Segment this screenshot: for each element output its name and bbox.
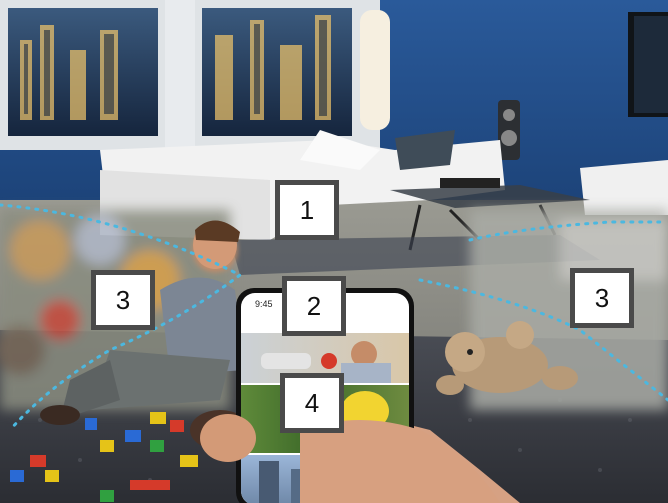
label-4: 4 [280, 373, 344, 433]
phone-status-bar: 9:45 [255, 299, 273, 309]
living-room-scene: 9:45 1 2 3 3 4 [0, 0, 668, 503]
label-2: 2 [282, 276, 346, 336]
label-3-right: 3 [570, 268, 634, 328]
phone-time: 9:45 [255, 299, 273, 309]
floor-lamp [360, 10, 390, 130]
photo-city[interactable] [241, 455, 409, 503]
label-3-left: 3 [91, 270, 155, 330]
label-1: 1 [275, 180, 339, 240]
